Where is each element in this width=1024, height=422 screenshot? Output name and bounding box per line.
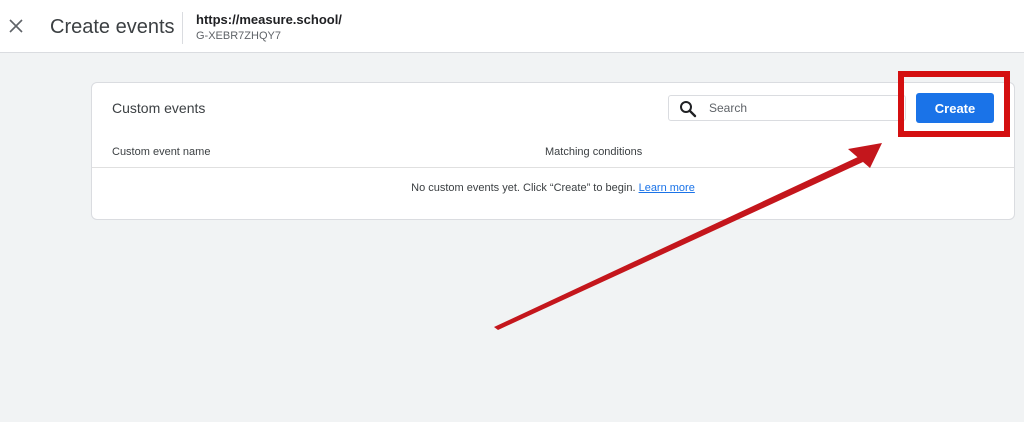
column-header-event-name[interactable]: Custom event name [112,145,210,159]
card-title: Custom events [112,100,206,116]
table-divider [92,167,1014,168]
column-header-matching-conditions[interactable]: Matching conditions [545,145,642,159]
empty-state-text: No custom events yet. Click “Create” to … [411,182,636,194]
property-id: G-XEBR7ZHQY7 [196,30,281,42]
header-divider [182,12,183,44]
page: Create events https://measure.school/ G-… [0,0,1024,422]
search-icon [680,101,697,118]
close-icon [9,19,23,33]
annotation-highlight-box [898,71,1010,137]
search-box[interactable] [668,95,906,121]
search-input[interactable] [709,99,899,117]
property-url: https://measure.school/ [196,12,342,27]
empty-state-message: No custom events yet. Click “Create” to … [92,181,1014,195]
close-button[interactable] [4,14,28,38]
learn-more-link[interactable]: Learn more [639,182,695,194]
header-bar: Create events https://measure.school/ G-… [0,0,1024,53]
page-title: Create events [50,16,175,38]
custom-events-card: Custom events Create Custom event name M… [91,82,1015,220]
